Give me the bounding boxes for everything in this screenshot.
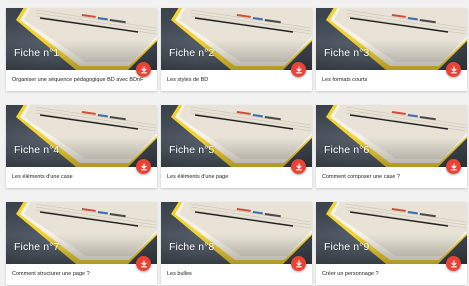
download-icon — [140, 65, 147, 73]
download-icon — [450, 259, 457, 267]
card-title: Fiche n°4 — [14, 144, 60, 156]
card-caption: Créer un personnage ? — [322, 271, 379, 277]
book-thumbnail: Fiche n°8 — [161, 202, 312, 264]
card-caption: Organiser une séquence pédagogique BD av… — [12, 77, 144, 83]
card-caption: Comment composer une case ? — [322, 174, 400, 180]
worksheet-card[interactable]: Fiche n°1 Organiser une séquence pédagog… — [6, 8, 157, 91]
book-thumbnail: Fiche n°4 — [6, 105, 157, 167]
worksheet-card[interactable]: Fiche n°5 Les éléments d'une page — [161, 105, 312, 188]
worksheet-card[interactable]: Fiche n°8 Les bulles — [161, 202, 312, 285]
card-title: Fiche n°3 — [324, 47, 370, 59]
card-title: Fiche n°1 — [14, 47, 60, 59]
download-icon — [295, 65, 302, 73]
worksheet-card[interactable]: Fiche n°2 Les styles de BD — [161, 8, 312, 91]
download-icon — [140, 162, 147, 170]
download-button[interactable] — [446, 159, 461, 174]
book-thumbnail: Fiche n°9 — [316, 202, 467, 264]
card-caption: Les éléments d'une page — [167, 174, 229, 180]
book-thumbnail: Fiche n°5 — [161, 105, 312, 167]
worksheet-grid: Fiche n°1 Organiser une séquence pédagog… — [6, 8, 467, 285]
download-button[interactable] — [291, 159, 306, 174]
download-button[interactable] — [446, 256, 461, 271]
card-title: Fiche n°7 — [14, 241, 60, 253]
worksheet-card[interactable]: Fiche n°3 Les formats courts — [316, 8, 467, 91]
book-thumbnail: Fiche n°7 — [6, 202, 157, 264]
download-icon — [140, 259, 147, 267]
card-caption: Les bulles — [167, 271, 192, 277]
book-thumbnail: Fiche n°1 — [6, 8, 157, 70]
download-button[interactable] — [136, 159, 151, 174]
worksheet-card[interactable]: Fiche n°4 Les éléments d'une case — [6, 105, 157, 188]
card-title: Fiche n°9 — [324, 241, 370, 253]
worksheet-card[interactable]: Fiche n°7 Comment structurer une page ? — [6, 202, 157, 285]
card-title: Fiche n°6 — [324, 144, 370, 156]
download-icon — [295, 259, 302, 267]
card-title: Fiche n°5 — [169, 144, 215, 156]
card-title: Fiche n°2 — [169, 47, 215, 59]
download-button[interactable] — [291, 256, 306, 271]
card-caption: Les formats courts — [322, 77, 368, 83]
book-thumbnail: Fiche n°3 — [316, 8, 467, 70]
worksheet-card[interactable]: Fiche n°9 Créer un personnage ? — [316, 202, 467, 285]
download-icon — [450, 65, 457, 73]
download-icon — [450, 162, 457, 170]
book-thumbnail: Fiche n°6 — [316, 105, 467, 167]
card-title: Fiche n°8 — [169, 241, 215, 253]
book-thumbnail: Fiche n°2 — [161, 8, 312, 70]
download-button[interactable] — [291, 62, 306, 77]
download-button[interactable] — [136, 62, 151, 77]
download-button[interactable] — [446, 62, 461, 77]
card-caption: Les styles de BD — [167, 77, 209, 83]
download-button[interactable] — [136, 256, 151, 271]
download-icon — [295, 162, 302, 170]
worksheet-card[interactable]: Fiche n°6 Comment composer une case ? — [316, 105, 467, 188]
card-caption: Comment structurer une page ? — [12, 271, 90, 277]
card-caption: Les éléments d'une case — [12, 174, 73, 180]
